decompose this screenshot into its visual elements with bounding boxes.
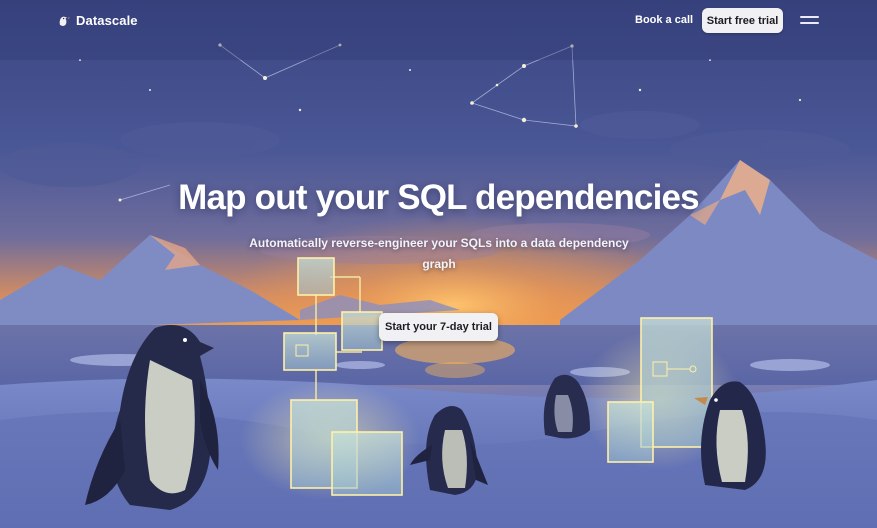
menu-bar-top xyxy=(800,16,819,18)
start-trial-cta-button[interactable]: Start your 7-day trial xyxy=(379,313,498,341)
menu-bar-bottom xyxy=(800,22,819,24)
hamburger-menu-icon[interactable] xyxy=(800,14,819,26)
book-call-link[interactable]: Book a call xyxy=(635,14,693,26)
datascale-logo-icon xyxy=(59,16,70,26)
hero-subtitle: Automatically reverse-engineer your SQLs… xyxy=(249,236,629,271)
brand-name: Datascale xyxy=(76,13,138,28)
start-free-trial-button[interactable]: Start free trial xyxy=(702,8,783,33)
hero-title: Map out your SQL dependencies xyxy=(178,178,699,217)
brand-logo[interactable]: Datascale xyxy=(58,13,138,28)
top-nav: Datascale Book a call Start free trial xyxy=(0,0,877,42)
